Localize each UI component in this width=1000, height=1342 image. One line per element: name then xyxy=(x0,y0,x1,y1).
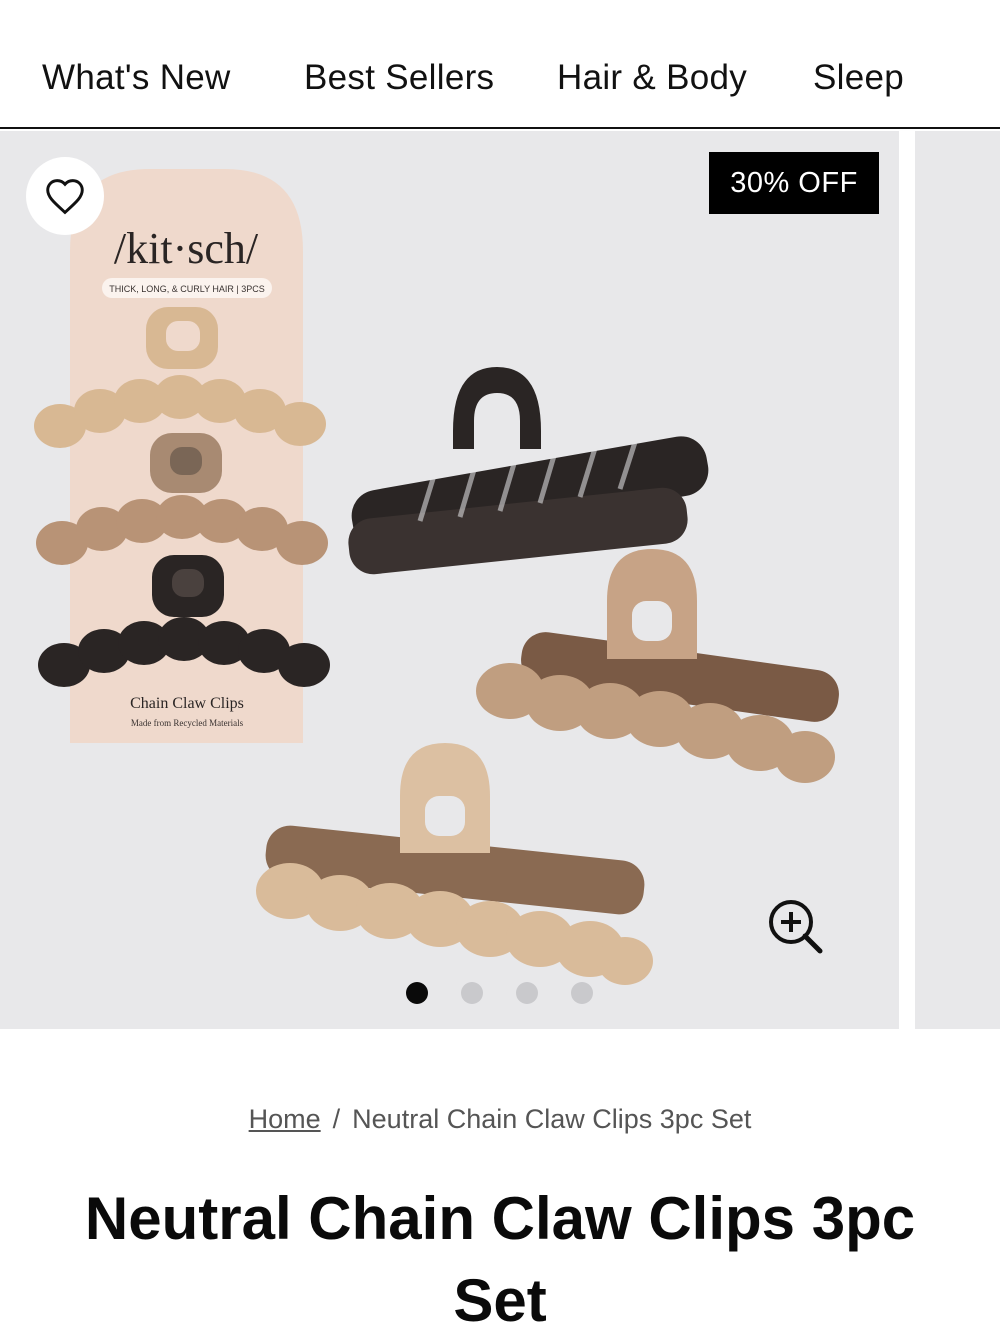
carousel-dot-2[interactable] xyxy=(461,982,483,1004)
nav-item-hair-body[interactable]: Hair & Body xyxy=(557,58,747,98)
wishlist-button[interactable] xyxy=(26,157,104,235)
clip-taupe xyxy=(476,549,839,783)
breadcrumb-separator: / xyxy=(332,1104,341,1134)
heart-icon xyxy=(46,179,84,215)
packaging-subtext: Made from Recycled Materials xyxy=(131,718,244,728)
carousel-dot-1[interactable] xyxy=(406,982,428,1004)
nav-item-whats-new[interactable]: What's New xyxy=(42,58,231,98)
carousel-dot-3[interactable] xyxy=(516,982,538,1004)
clip-beige xyxy=(256,743,653,985)
zoom-in-icon xyxy=(769,900,823,954)
nav-item-best-sellers[interactable]: Best Sellers xyxy=(304,58,494,98)
zoom-button[interactable] xyxy=(766,897,824,955)
discount-badge: 30% OFF xyxy=(709,152,879,214)
nav-item-sleep[interactable]: Sleep xyxy=(813,58,904,98)
product-image-gallery[interactable]: /kit·sch/ THICK, LONG, & CURLY HAIR | 3P… xyxy=(0,131,899,1029)
breadcrumb-current: Neutral Chain Claw Clips 3pc Set xyxy=(352,1104,752,1134)
packaging-product-name: Chain Claw Clips xyxy=(130,695,244,712)
packaging-brand: /kit·sch/ xyxy=(114,224,259,273)
clip-black xyxy=(348,367,709,575)
product-image: /kit·sch/ THICK, LONG, & CURLY HAIR | 3P… xyxy=(34,169,839,985)
breadcrumb: Home / Neutral Chain Claw Clips 3pc Set xyxy=(0,1104,1000,1135)
product-title: Neutral Chain Claw Clips 3pc Set xyxy=(84,1185,916,1334)
top-nav: What's New Best Sellers Hair & Body Slee… xyxy=(0,0,1000,129)
breadcrumb-home-link[interactable]: Home xyxy=(249,1104,321,1134)
packaging-tagline: THICK, LONG, & CURLY HAIR | 3PCS xyxy=(109,284,265,294)
next-slide-peek[interactable] xyxy=(915,131,1000,1029)
carousel-dot-4[interactable] xyxy=(571,982,593,1004)
